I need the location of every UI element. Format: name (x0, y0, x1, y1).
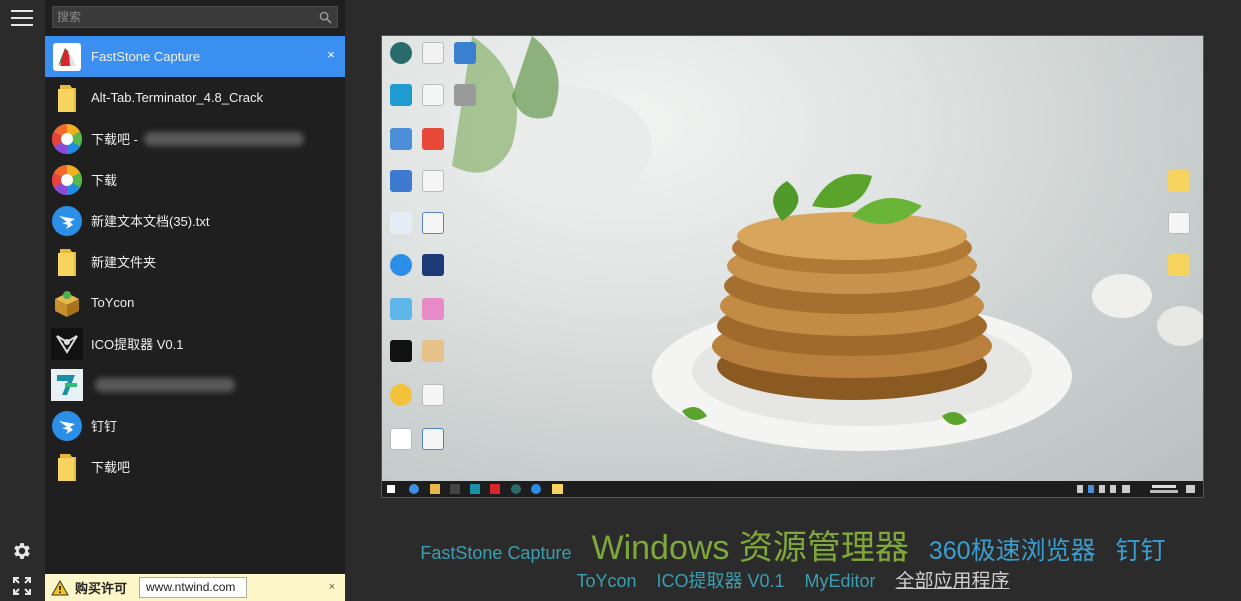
desktop-icon (390, 254, 412, 276)
desktop-icon (390, 340, 412, 362)
window-list-panel: FastStone Capture × Alt-Tab.Terminator_4… (45, 0, 345, 601)
search-input[interactable] (53, 7, 337, 27)
window-item-360-browser-download[interactable]: 下载 (45, 159, 345, 200)
dingtalk-icon (51, 205, 83, 237)
window-item-label: 钉钉 (91, 419, 118, 434)
window-item-dingtalk[interactable]: 钉钉 (45, 405, 345, 446)
window-item-ico-extractor[interactable]: ICO提取器 V0.1 (45, 323, 345, 364)
license-bar: 购买许可 www.ntwind.com × (45, 574, 345, 601)
folder-icon (51, 451, 83, 483)
desktop-icon (390, 170, 412, 192)
search-icon[interactable] (319, 11, 332, 24)
desktop-icon (390, 428, 412, 450)
window-item-toycon[interactable]: ToYcon (45, 282, 345, 323)
desktop-icon (454, 42, 476, 64)
folder-icon (51, 246, 83, 278)
window-item-new-text-doc[interactable]: 新建文本文档(35).txt (45, 200, 345, 241)
window-item-label: Alt-Tab.Terminator_4.8_Crack (91, 90, 263, 105)
blurred-text (143, 131, 304, 146)
close-icon[interactable]: × (325, 48, 337, 61)
title-ico-extractor[interactable]: ICO提取器 V0.1 (656, 567, 784, 593)
desktop-icon (422, 254, 444, 276)
title-windows-explorer[interactable]: Windows 资源管理器 (591, 520, 908, 569)
desktop-icon (1168, 170, 1190, 192)
window-item-label: 下载吧 (91, 460, 131, 475)
desktop-icon (422, 340, 444, 362)
window-item-myeditor[interactable] (45, 364, 345, 405)
hamburger-menu-icon[interactable] (11, 10, 33, 26)
folder-icon (51, 82, 83, 114)
desktop-taskbar (382, 481, 1203, 497)
taskbar-icons (387, 484, 1195, 494)
desktop-icon (390, 298, 412, 320)
window-item-label: 下载 (91, 173, 118, 188)
all-apps-link[interactable]: 全部应用程序 (896, 566, 1010, 593)
desktop-icon (422, 128, 444, 150)
website-url-field[interactable]: www.ntwind.com (139, 577, 248, 598)
desktop-icon (422, 170, 444, 192)
browser-360-icon (51, 164, 83, 196)
desktop-icon (390, 42, 412, 64)
desktop-icon (422, 298, 444, 320)
desktop-icon (1168, 212, 1190, 234)
ico-extractor-icon (51, 327, 83, 360)
window-item-label: FastStone Capture (91, 49, 201, 64)
warning-icon (51, 579, 69, 595)
window-preview-thumbnail[interactable] (381, 35, 1204, 498)
window-item-faststone[interactable]: FastStone Capture × (45, 36, 345, 77)
myeditor-icon (51, 368, 83, 401)
window-item-new-folder[interactable]: 新建文件夹 (45, 241, 345, 282)
desktop-wallpaper (382, 36, 1203, 481)
toycon-icon (51, 287, 83, 319)
window-item-alt-tab-folder[interactable]: Alt-Tab.Terminator_4.8_Crack (45, 77, 345, 118)
desktop-icon (422, 428, 444, 450)
desktop-icon (390, 212, 412, 234)
title-360-browser[interactable]: 360极速浏览器 (929, 531, 1096, 567)
buy-license-link[interactable]: 购买许可 (75, 578, 127, 597)
window-item-label: 新建文本文档(35).txt (91, 214, 210, 229)
dingtalk-icon (51, 410, 83, 442)
left-rail (0, 0, 45, 601)
window-item-label: ToYcon (91, 295, 135, 310)
window-item-label: 下载吧 - (91, 132, 138, 147)
browser-360-icon (51, 123, 83, 155)
desktop-icon (422, 212, 444, 234)
window-item-xiazaiba-folder[interactable]: 下载吧 (45, 446, 345, 487)
pancake-wallpaper-image (452, 36, 1203, 451)
faststone-icon (51, 41, 83, 73)
desktop-icon (422, 42, 444, 64)
desktop-icon (1168, 254, 1190, 276)
title-toycon[interactable]: ToYcon (576, 571, 636, 592)
title-dingtalk[interactable]: 钉钉 (1116, 531, 1166, 567)
desktop-icon (422, 384, 444, 406)
window-list: FastStone Capture × Alt-Tab.Terminator_4… (45, 36, 345, 487)
desktop-icon (422, 84, 444, 106)
window-titles-strip: FastStone Capture Windows 资源管理器 360极速浏览器… (345, 520, 1241, 593)
desktop-icon (454, 84, 476, 106)
search-box (52, 6, 338, 28)
title-myeditor[interactable]: MyEditor (805, 571, 876, 592)
blurred-text (95, 377, 235, 392)
window-item-label: ICO提取器 V0.1 (91, 337, 184, 352)
desktop-icon (390, 384, 412, 406)
gear-icon[interactable] (11, 540, 33, 562)
desktop-icon (390, 128, 412, 150)
app-root: FastStone Capture × Alt-Tab.Terminator_4… (0, 0, 1241, 601)
fullscreen-icon[interactable] (12, 576, 32, 596)
window-item-label: 新建文件夹 (91, 255, 157, 270)
window-item-360-browser-xiazaiba[interactable]: 下载吧 - (45, 118, 345, 159)
desktop-icon (390, 84, 412, 106)
title-faststone[interactable]: FastStone Capture (420, 543, 571, 564)
close-icon[interactable]: × (329, 581, 335, 593)
